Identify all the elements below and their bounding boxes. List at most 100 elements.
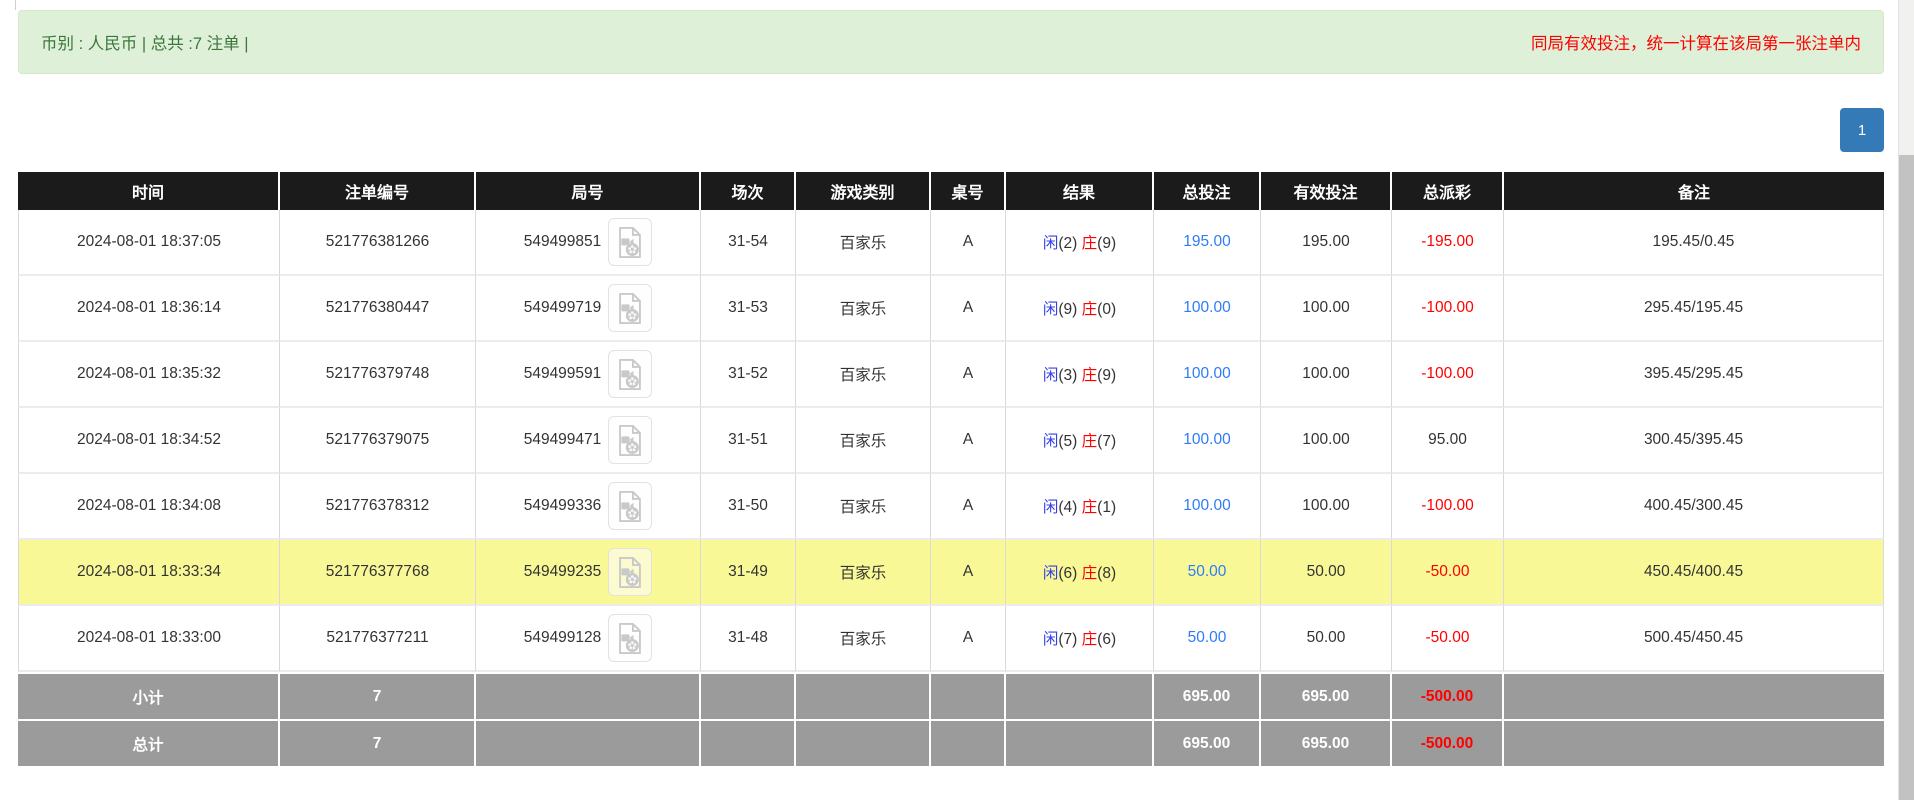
- result-banker-label: 庄: [1081, 301, 1098, 318]
- page-1-button[interactable]: 1: [1840, 108, 1884, 152]
- cell-game-type: 百家乐: [796, 276, 931, 342]
- cell-table-code: A: [931, 540, 1006, 606]
- result-banker-score: (9): [1097, 367, 1117, 384]
- cell-game-type: 百家乐: [796, 540, 931, 606]
- cell-remark: 300.45/395.45: [1504, 408, 1884, 474]
- table-row: 2024-08-01 18:34:52 521776379075 5494994…: [18, 408, 1884, 474]
- cell-time: 2024-08-01 18:33:34: [18, 540, 280, 606]
- cell-bet-id: 521776377211: [280, 606, 476, 672]
- cell-round-id: 549499851: [476, 210, 701, 276]
- subtotal-valid-bet: 695.00: [1261, 672, 1392, 719]
- total-bet-link[interactable]: 100.00: [1183, 365, 1230, 382]
- cell-round-id: 549499128: [476, 606, 701, 672]
- cell-result: 闲(9) 庄(0): [1006, 276, 1154, 342]
- cell-bet-id: 521776378312: [280, 474, 476, 540]
- subtotal-payout: -500.00: [1392, 672, 1504, 719]
- currency-summary-text: 币别 : 人民币 | 总共 :7 注单 |: [41, 35, 249, 53]
- result-player-label: 闲: [1042, 631, 1059, 648]
- cell-valid-bet: 50.00: [1261, 540, 1392, 606]
- pagination: 1: [18, 108, 1884, 152]
- result-banker-label: 庄: [1081, 499, 1098, 516]
- table-row: 2024-08-01 18:33:00 521776377211 5494991…: [18, 606, 1884, 672]
- video-replay-button[interactable]: [608, 218, 653, 266]
- cell-round-id: 549499235: [476, 540, 701, 606]
- result-banker-label: 庄: [1081, 631, 1098, 648]
- result-player-score: (2): [1058, 235, 1082, 252]
- cell-session: 31-48: [701, 606, 796, 672]
- total-bet-link[interactable]: 100.00: [1183, 431, 1230, 448]
- cell-result: 闲(4) 庄(1): [1006, 474, 1154, 540]
- cell-session: 31-49: [701, 540, 796, 606]
- subtotal-label: 小计: [18, 672, 280, 719]
- cell-remark: 295.45/195.45: [1504, 276, 1884, 342]
- cell-payout: -195.00: [1392, 210, 1504, 276]
- cell-valid-bet: 100.00: [1261, 408, 1392, 474]
- total-bet-link[interactable]: 50.00: [1188, 629, 1227, 646]
- cell-game-type: 百家乐: [796, 606, 931, 672]
- video-replay-button[interactable]: [608, 482, 653, 530]
- result-player-score: (9): [1058, 301, 1082, 318]
- cell-remark: 450.45/400.45: [1504, 540, 1884, 606]
- video-replay-button[interactable]: [608, 284, 653, 332]
- video-replay-button[interactable]: [608, 614, 653, 662]
- video-replay-button[interactable]: [608, 350, 653, 398]
- subtotal-total-bet: 695.00: [1154, 672, 1261, 719]
- total-bet-link[interactable]: 100.00: [1183, 497, 1230, 514]
- table-row: 2024-08-01 18:34:08 521776378312 5494993…: [18, 474, 1884, 540]
- header-bet-id: 注单编号: [280, 172, 476, 210]
- header-result: 结果: [1006, 172, 1154, 210]
- cell-table-code: A: [931, 474, 1006, 540]
- grand-total-label: 总计: [18, 719, 280, 766]
- result-banker-score: (0): [1097, 301, 1117, 318]
- cell-time: 2024-08-01 18:36:14: [18, 276, 280, 342]
- result-player-score: (5): [1058, 433, 1082, 450]
- cell-result: 闲(5) 庄(7): [1006, 408, 1154, 474]
- header-remark: 备注: [1504, 172, 1884, 210]
- table-row: 2024-08-01 18:35:32 521776379748 5494995…: [18, 342, 1884, 408]
- cell-payout: -50.00: [1392, 540, 1504, 606]
- grand-total-valid-bet: 695.00: [1261, 719, 1392, 766]
- result-banker-label: 庄: [1081, 433, 1098, 450]
- round-number: 549499336: [523, 497, 602, 514]
- video-replay-button[interactable]: [608, 416, 653, 464]
- cell-valid-bet: 50.00: [1261, 606, 1392, 672]
- cell-table-code: A: [931, 408, 1006, 474]
- result-player-label: 闲: [1042, 301, 1059, 318]
- result-player-label: 闲: [1042, 565, 1059, 582]
- video-file-icon: [619, 424, 642, 456]
- header-table-code: 桌号: [931, 172, 1006, 210]
- scrollbar-thumb[interactable]: [1899, 155, 1914, 800]
- grand-total-payout: -500.00: [1392, 719, 1504, 766]
- result-banker-score: (8): [1097, 565, 1117, 582]
- total-bet-link[interactable]: 50.00: [1188, 563, 1227, 580]
- table-footer: 小计 7 695.00 695.00 -500.00 总计 7 695.00 6…: [18, 672, 1884, 766]
- video-file-icon: [619, 226, 642, 258]
- round-number: 549499591: [523, 365, 602, 382]
- table-body: 2024-08-01 18:37:05 521776381266 5494998…: [18, 210, 1884, 672]
- cell-table-code: A: [931, 210, 1006, 276]
- vertical-scrollbar[interactable]: [1898, 0, 1914, 800]
- round-number: 549499471: [523, 431, 602, 448]
- cell-payout: 95.00: [1392, 408, 1504, 474]
- cell-total-bet: 100.00: [1154, 276, 1261, 342]
- cell-table-code: A: [931, 276, 1006, 342]
- summary-alert: 币别 : 人民币 | 总共 :7 注单 | 同局有效投注，统一计算在该局第一张注…: [18, 10, 1884, 74]
- round-number: 549499719: [523, 299, 602, 316]
- result-player-label: 闲: [1042, 235, 1059, 252]
- cell-total-bet: 100.00: [1154, 474, 1261, 540]
- subtotal-count: 7: [280, 672, 476, 719]
- cell-game-type: 百家乐: [796, 342, 931, 408]
- cell-session: 31-53: [701, 276, 796, 342]
- total-bet-link[interactable]: 100.00: [1183, 299, 1230, 316]
- cell-valid-bet: 195.00: [1261, 210, 1392, 276]
- header-round-id: 局号: [476, 172, 701, 210]
- cell-bet-id: 521776380447: [280, 276, 476, 342]
- total-bet-link[interactable]: 195.00: [1183, 233, 1230, 250]
- cell-valid-bet: 100.00: [1261, 342, 1392, 408]
- video-replay-button[interactable]: [608, 548, 653, 596]
- cell-total-bet: 50.00: [1154, 540, 1261, 606]
- grand-total-row: 总计 7 695.00 695.00 -500.00: [18, 719, 1884, 766]
- result-banker-score: (9): [1097, 235, 1117, 252]
- result-banker-score: (1): [1097, 499, 1117, 516]
- video-file-icon: [619, 292, 642, 324]
